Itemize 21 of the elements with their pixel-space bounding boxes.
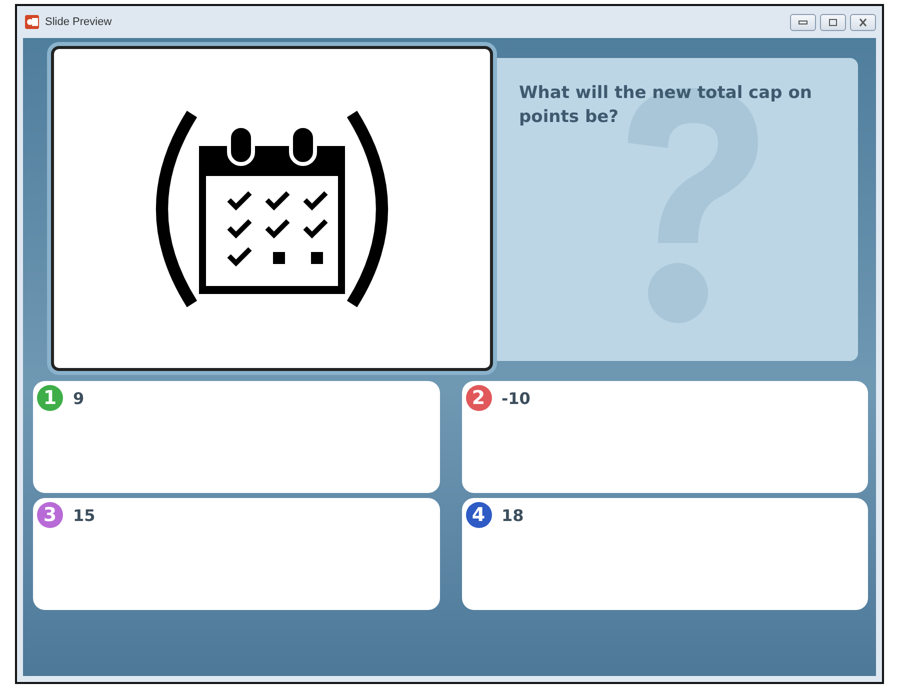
answer-text: -10: [502, 389, 530, 408]
answer-number: 2: [466, 385, 492, 411]
answer-card[interactable]: 4 18: [462, 498, 868, 610]
answer-number: 1: [37, 385, 63, 411]
answer-card[interactable]: 1 9: [33, 381, 440, 493]
maximize-button[interactable]: [820, 14, 846, 30]
window-title: Slide Preview: [45, 16, 112, 28]
answer-number: 4: [466, 502, 492, 528]
minimize-icon: [798, 19, 808, 25]
answer-number: 3: [37, 502, 63, 528]
answer-text: 15: [73, 506, 96, 525]
answer-card[interactable]: 2 -10: [462, 381, 868, 493]
close-button[interactable]: [850, 14, 876, 30]
question-text: What will the new total cap on points be?: [519, 82, 813, 129]
app-icon: [25, 15, 39, 29]
answer-text: 18: [502, 506, 524, 525]
answer-text: 9: [73, 389, 84, 408]
maximize-icon: [828, 18, 838, 26]
answer-card[interactable]: 3 15: [33, 498, 440, 610]
close-icon: [858, 18, 868, 26]
minimize-button[interactable]: [790, 14, 816, 30]
